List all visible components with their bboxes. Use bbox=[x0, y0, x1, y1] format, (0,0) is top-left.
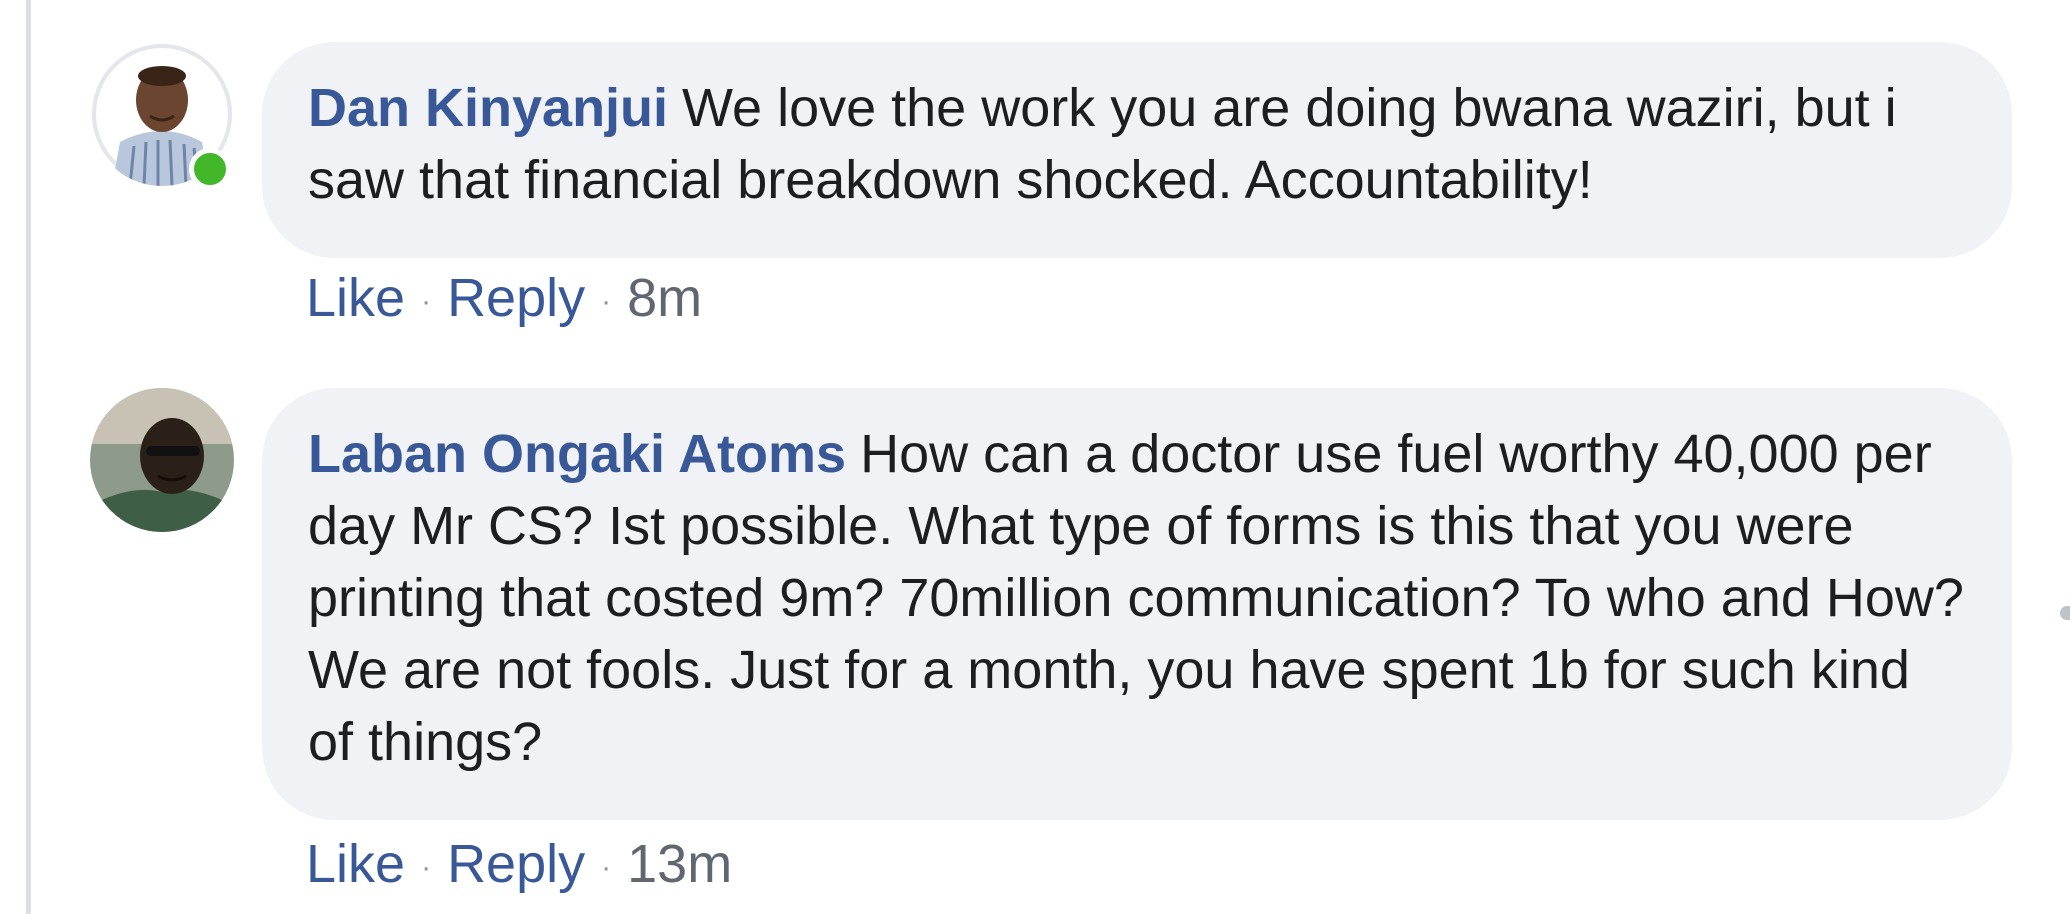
avatar-photo bbox=[90, 388, 234, 532]
online-status-indicator bbox=[189, 148, 231, 190]
comment-timestamp[interactable]: 8m bbox=[627, 268, 702, 328]
comment-author[interactable]: Laban Ongaki Atoms bbox=[308, 424, 846, 484]
like-button[interactable]: Like bbox=[306, 268, 405, 328]
separator: · bbox=[601, 284, 612, 318]
separator: · bbox=[421, 850, 432, 884]
comment-author[interactable]: Dan Kinyanjui bbox=[308, 78, 668, 138]
comments-thread: Dan Kinyanjui We love the work you are do… bbox=[0, 0, 2070, 914]
comment-actions: Like · Reply · 13m bbox=[306, 834, 732, 898]
avatar[interactable] bbox=[90, 388, 234, 532]
comment-timestamp[interactable]: 13m bbox=[627, 834, 732, 894]
like-button[interactable]: Like bbox=[306, 834, 405, 894]
thread-line bbox=[26, 0, 31, 914]
reply-button[interactable]: Reply bbox=[447, 268, 585, 328]
separator: · bbox=[601, 850, 612, 884]
comment-item: Laban Ongaki Atoms How can a doctor use f… bbox=[90, 388, 2020, 908]
comment-item: Dan Kinyanjui We love the work you are do… bbox=[90, 42, 2020, 342]
comment-actions: Like · Reply · 8m bbox=[306, 268, 702, 332]
reply-button[interactable]: Reply bbox=[447, 834, 585, 894]
separator: · bbox=[421, 284, 432, 318]
comment-bubble: Laban Ongaki Atoms How can a doctor use f… bbox=[262, 388, 2012, 820]
comment-bubble: Dan Kinyanjui We love the work you are do… bbox=[262, 42, 2012, 258]
scroll-handle[interactable] bbox=[2060, 606, 2070, 620]
